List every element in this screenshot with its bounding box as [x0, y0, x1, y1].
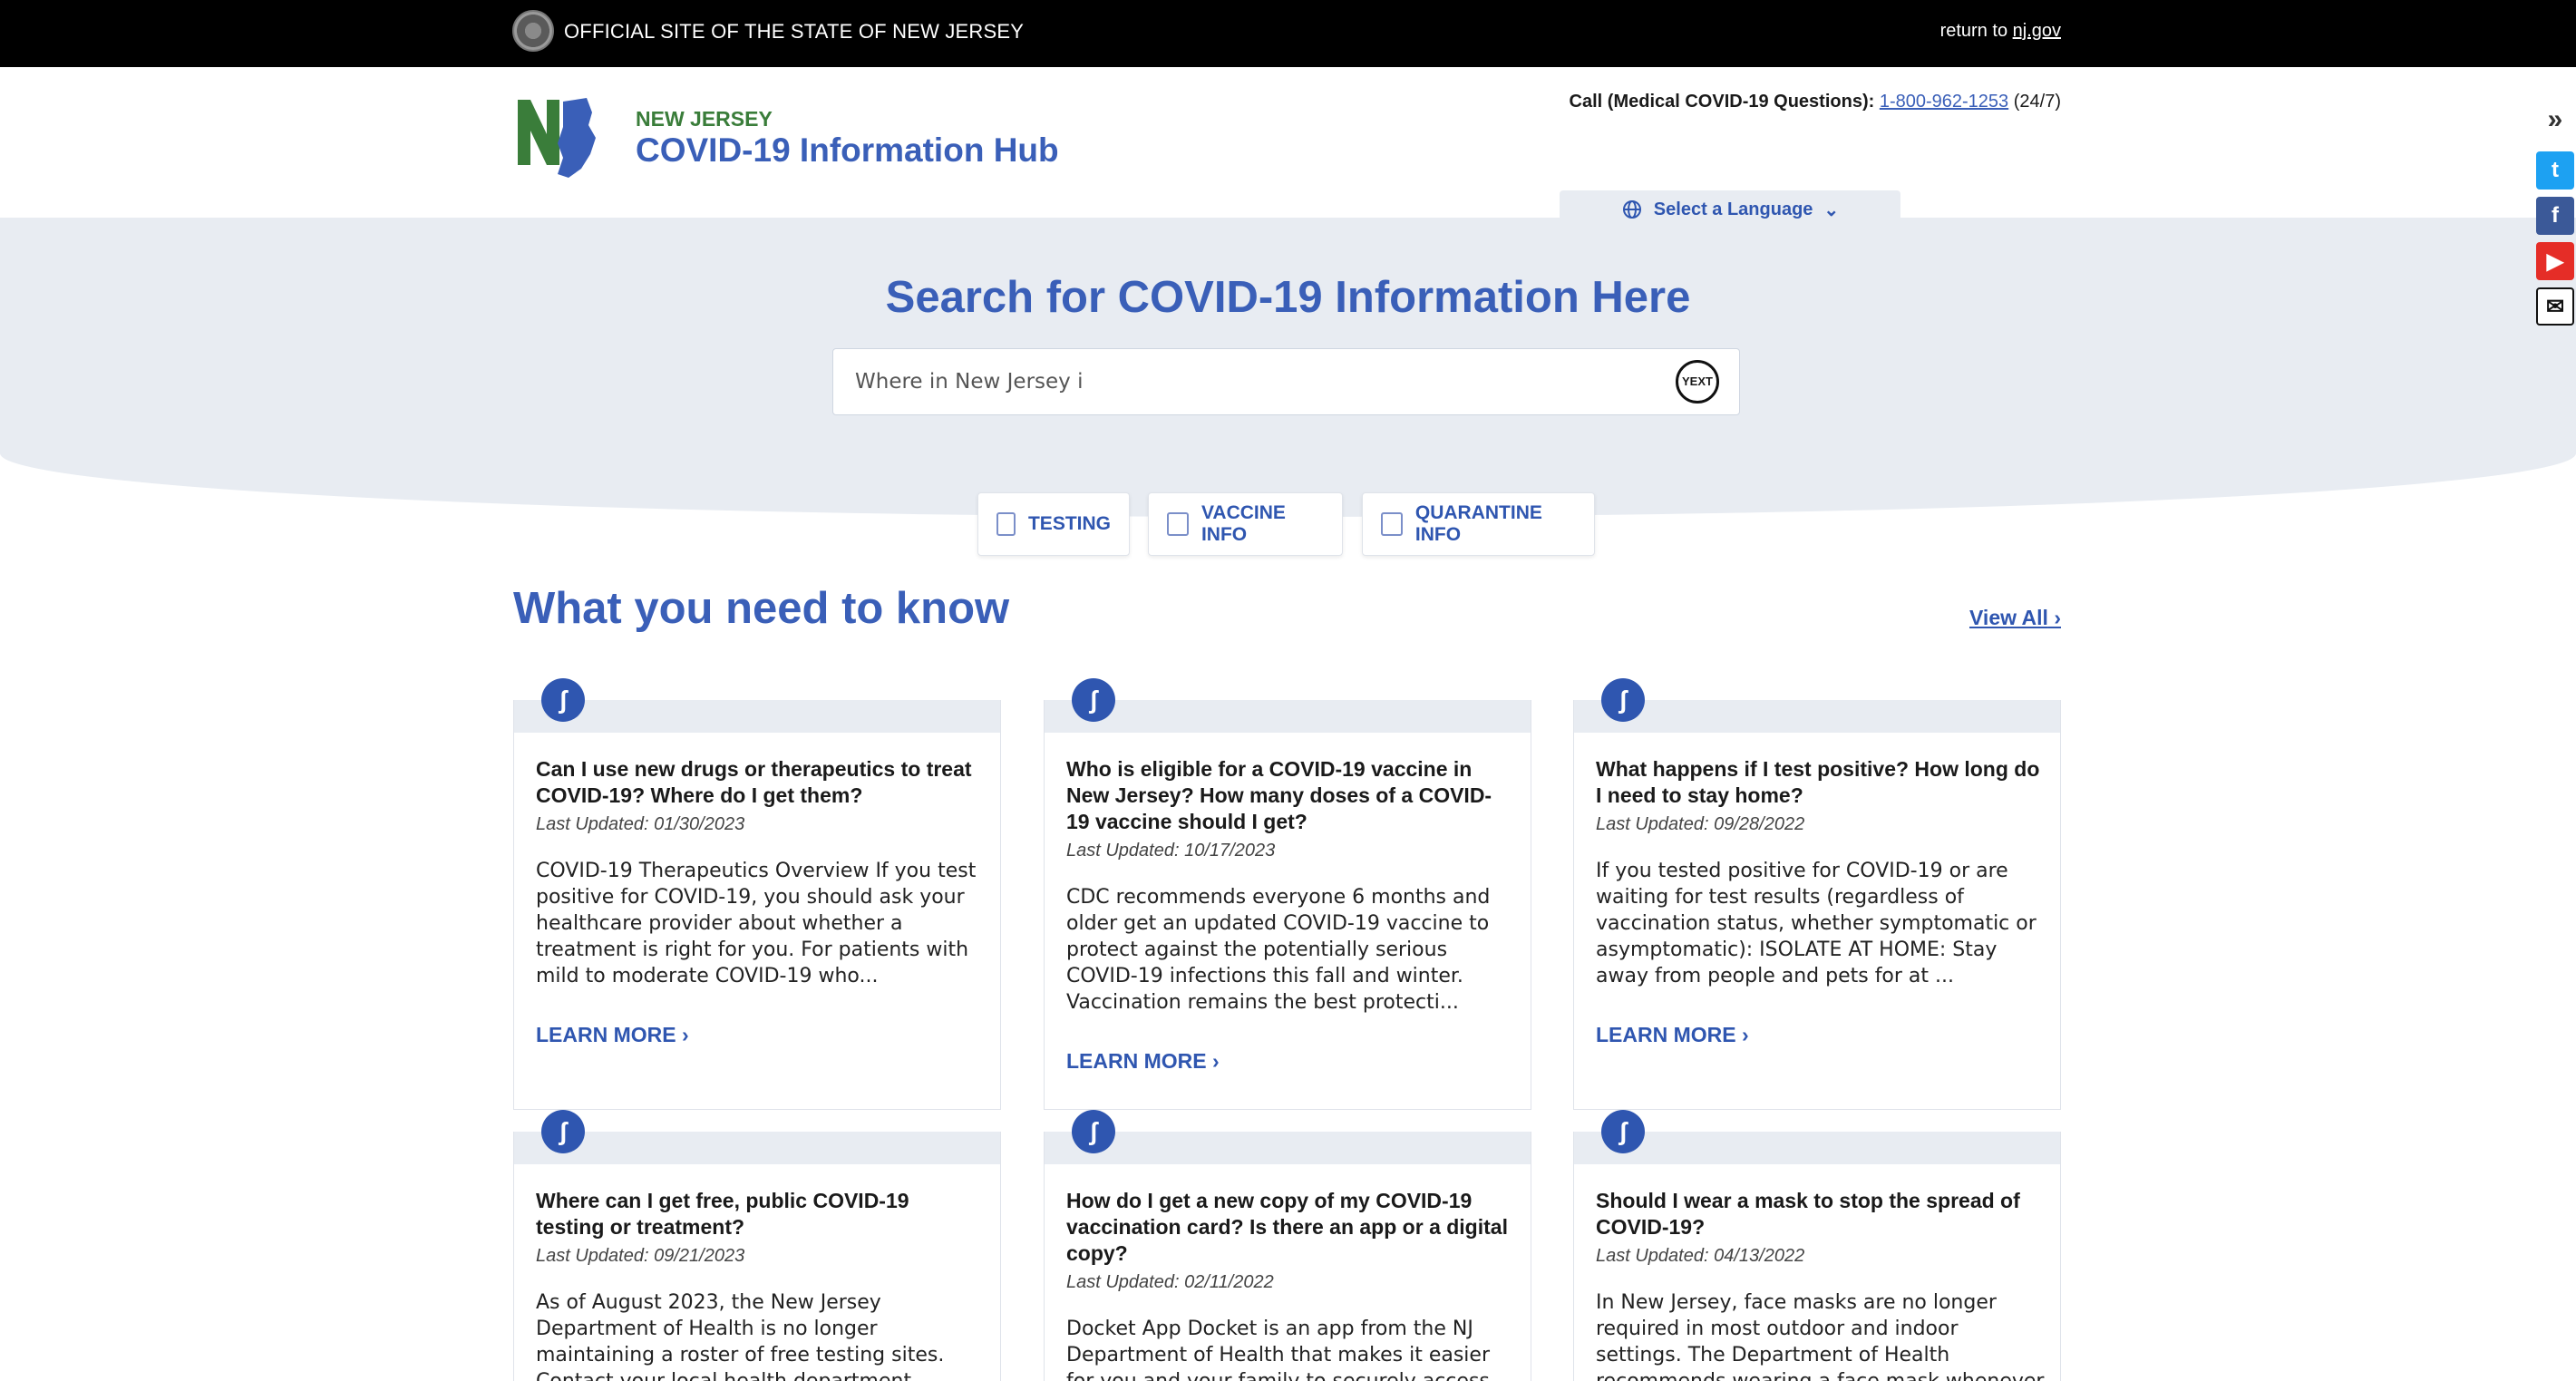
brand-state: NEW JERSEY	[636, 107, 773, 131]
twitter-icon[interactable]: t	[2536, 151, 2574, 190]
testing-label: TESTING	[1027, 513, 1111, 534]
nj-badge-icon: ʃ	[1601, 1110, 1645, 1153]
card-updated: Last Updated: 09/21/2023	[536, 1246, 745, 1266]
card-updated: Last Updated: 01/30/2023	[536, 814, 745, 834]
collapse-chevron-icon[interactable]: »	[2534, 104, 2576, 144]
nj-badge-icon: ʃ	[1601, 678, 1645, 722]
testing-icon	[996, 512, 1016, 536]
call-suffix: (24/7)	[2008, 92, 2061, 112]
card-updated: Last Updated: 10/17/2023	[1066, 841, 1276, 861]
vaccine-icon	[1167, 512, 1189, 536]
card-excerpt: If you tested positive for COVID-19 or a…	[1596, 860, 2036, 987]
card-title[interactable]: How do I get a new copy of my COVID-19 v…	[1066, 1188, 1511, 1267]
learn-more-label: LEARN MORE	[1066, 1049, 1207, 1073]
quarantine-info-label: QUARANTINE INFO	[1414, 502, 1542, 545]
vaccine-info-button[interactable]: VACCINE INFO	[1148, 492, 1343, 556]
card-title[interactable]: Should I wear a mask to stop the spread …	[1596, 1188, 2040, 1240]
yext-logo-icon: YEXT	[1676, 360, 1719, 404]
card-title[interactable]: Can I use new drugs or therapeutics to t…	[536, 756, 980, 809]
learn-more-link[interactable]: LEARN MORE ›	[1066, 1049, 1220, 1074]
card-header-bar	[1574, 700, 2060, 733]
vaccine-info-label: VACCINE INFO	[1201, 502, 1286, 545]
section-title: What you need to know	[513, 584, 1010, 633]
nj-badge-icon: ʃ	[541, 1110, 585, 1153]
faq-card[interactable]: ʃ Can I use new drugs or therapeutics to…	[513, 678, 1001, 1110]
faq-card[interactable]: ʃ Should I wear a mask to stop the sprea…	[1573, 1110, 2061, 1381]
card-title[interactable]: What happens if I test positive? How lon…	[1596, 756, 2040, 809]
faq-card[interactable]: ʃ Who is eligible for a COVID-19 vaccine…	[1044, 678, 1531, 1110]
social-share-bar: » t f ▶ ✉	[2534, 104, 2576, 326]
learn-more-link[interactable]: LEARN MORE ›	[536, 1023, 689, 1047]
view-all-link[interactable]: View All ›	[1969, 606, 2061, 630]
call-number-link[interactable]: 1-800-962-1253	[1880, 92, 2008, 112]
chevron-down-icon: ⌄	[1823, 199, 1840, 220]
learn-more-link[interactable]: LEARN MORE ›	[1596, 1023, 1749, 1047]
official-site-text: OFFICIAL SITE OF THE STATE OF NEW JERSEY	[564, 20, 1025, 43]
card-header-bar	[1045, 1132, 1531, 1164]
card-excerpt: Docket App Docket is an app from the NJ …	[1066, 1318, 1490, 1381]
card-header-bar	[1574, 1132, 2060, 1164]
card-header-bar	[514, 700, 1000, 733]
faq-card[interactable]: ʃ How do I get a new copy of my COVID-19…	[1044, 1110, 1531, 1381]
card-updated: Last Updated: 02/11/2022	[1066, 1272, 1274, 1292]
nj-badge-icon: ʃ	[1072, 678, 1115, 722]
facebook-icon[interactable]: f	[2536, 197, 2574, 235]
card-title[interactable]: Where can I get free, public COVID-19 te…	[536, 1188, 980, 1240]
card-updated: Last Updated: 09/28/2022	[1596, 814, 1805, 834]
card-title[interactable]: Who is eligible for a COVID-19 vaccine i…	[1066, 756, 1511, 835]
njgov-link[interactable]: nj.gov	[2013, 21, 2061, 41]
brand-title[interactable]: COVID-19 Information Hub	[636, 131, 1059, 170]
state-seal-icon	[512, 10, 554, 52]
card-excerpt: In New Jersey, face masks are no longer …	[1596, 1291, 2044, 1381]
learn-more-label: LEARN MORE	[1596, 1023, 1736, 1046]
youtube-icon[interactable]: ▶	[2536, 242, 2574, 280]
faq-card[interactable]: ʃ What happens if I test positive? How l…	[1573, 678, 2061, 1110]
language-label: Select a Language	[1653, 199, 1813, 219]
faq-card[interactable]: ʃ Where can I get free, public COVID-19 …	[513, 1110, 1001, 1381]
card-updated: Last Updated: 04/13/2022	[1596, 1246, 1805, 1266]
card-header-bar	[514, 1132, 1000, 1164]
return-to-njgov: return to nj.gov	[1940, 21, 2061, 42]
card-excerpt: COVID-19 Therapeutics Overview If you te…	[536, 860, 977, 987]
quarantine-info-button[interactable]: QUARANTINE INFO	[1362, 492, 1595, 556]
nj-badge-icon: ʃ	[541, 678, 585, 722]
nj-badge-icon: ʃ	[1072, 1110, 1115, 1153]
nj-logo-icon[interactable]	[516, 94, 599, 181]
globe-icon	[1622, 200, 1641, 219]
search-title: Search for COVID-19 Information Here	[885, 273, 1691, 322]
language-selector[interactable]: Select a Language ⌄	[1560, 190, 1900, 229]
top-bar: OFFICIAL SITE OF THE STATE OF NEW JERSEY…	[0, 0, 2576, 67]
card-excerpt: As of August 2023, the New Jersey Depart…	[536, 1291, 945, 1381]
call-info: Call (Medical COVID-19 Questions): 1-800…	[1570, 92, 2061, 112]
search-box: YEXT	[832, 348, 1740, 415]
quarantine-icon	[1381, 512, 1403, 536]
card-header-bar	[1045, 700, 1531, 733]
card-excerpt: CDC recommends everyone 6 months and old…	[1066, 886, 1491, 1014]
testing-button[interactable]: TESTING	[977, 492, 1130, 556]
return-prefix: return to	[1939, 21, 2013, 41]
email-icon[interactable]: ✉	[2536, 287, 2574, 326]
search-input[interactable]	[855, 349, 1653, 414]
view-all-label: View All	[1969, 606, 2048, 629]
call-label: Call (Medical COVID-19 Questions):	[1569, 92, 1875, 112]
learn-more-label: LEARN MORE	[536, 1023, 676, 1046]
